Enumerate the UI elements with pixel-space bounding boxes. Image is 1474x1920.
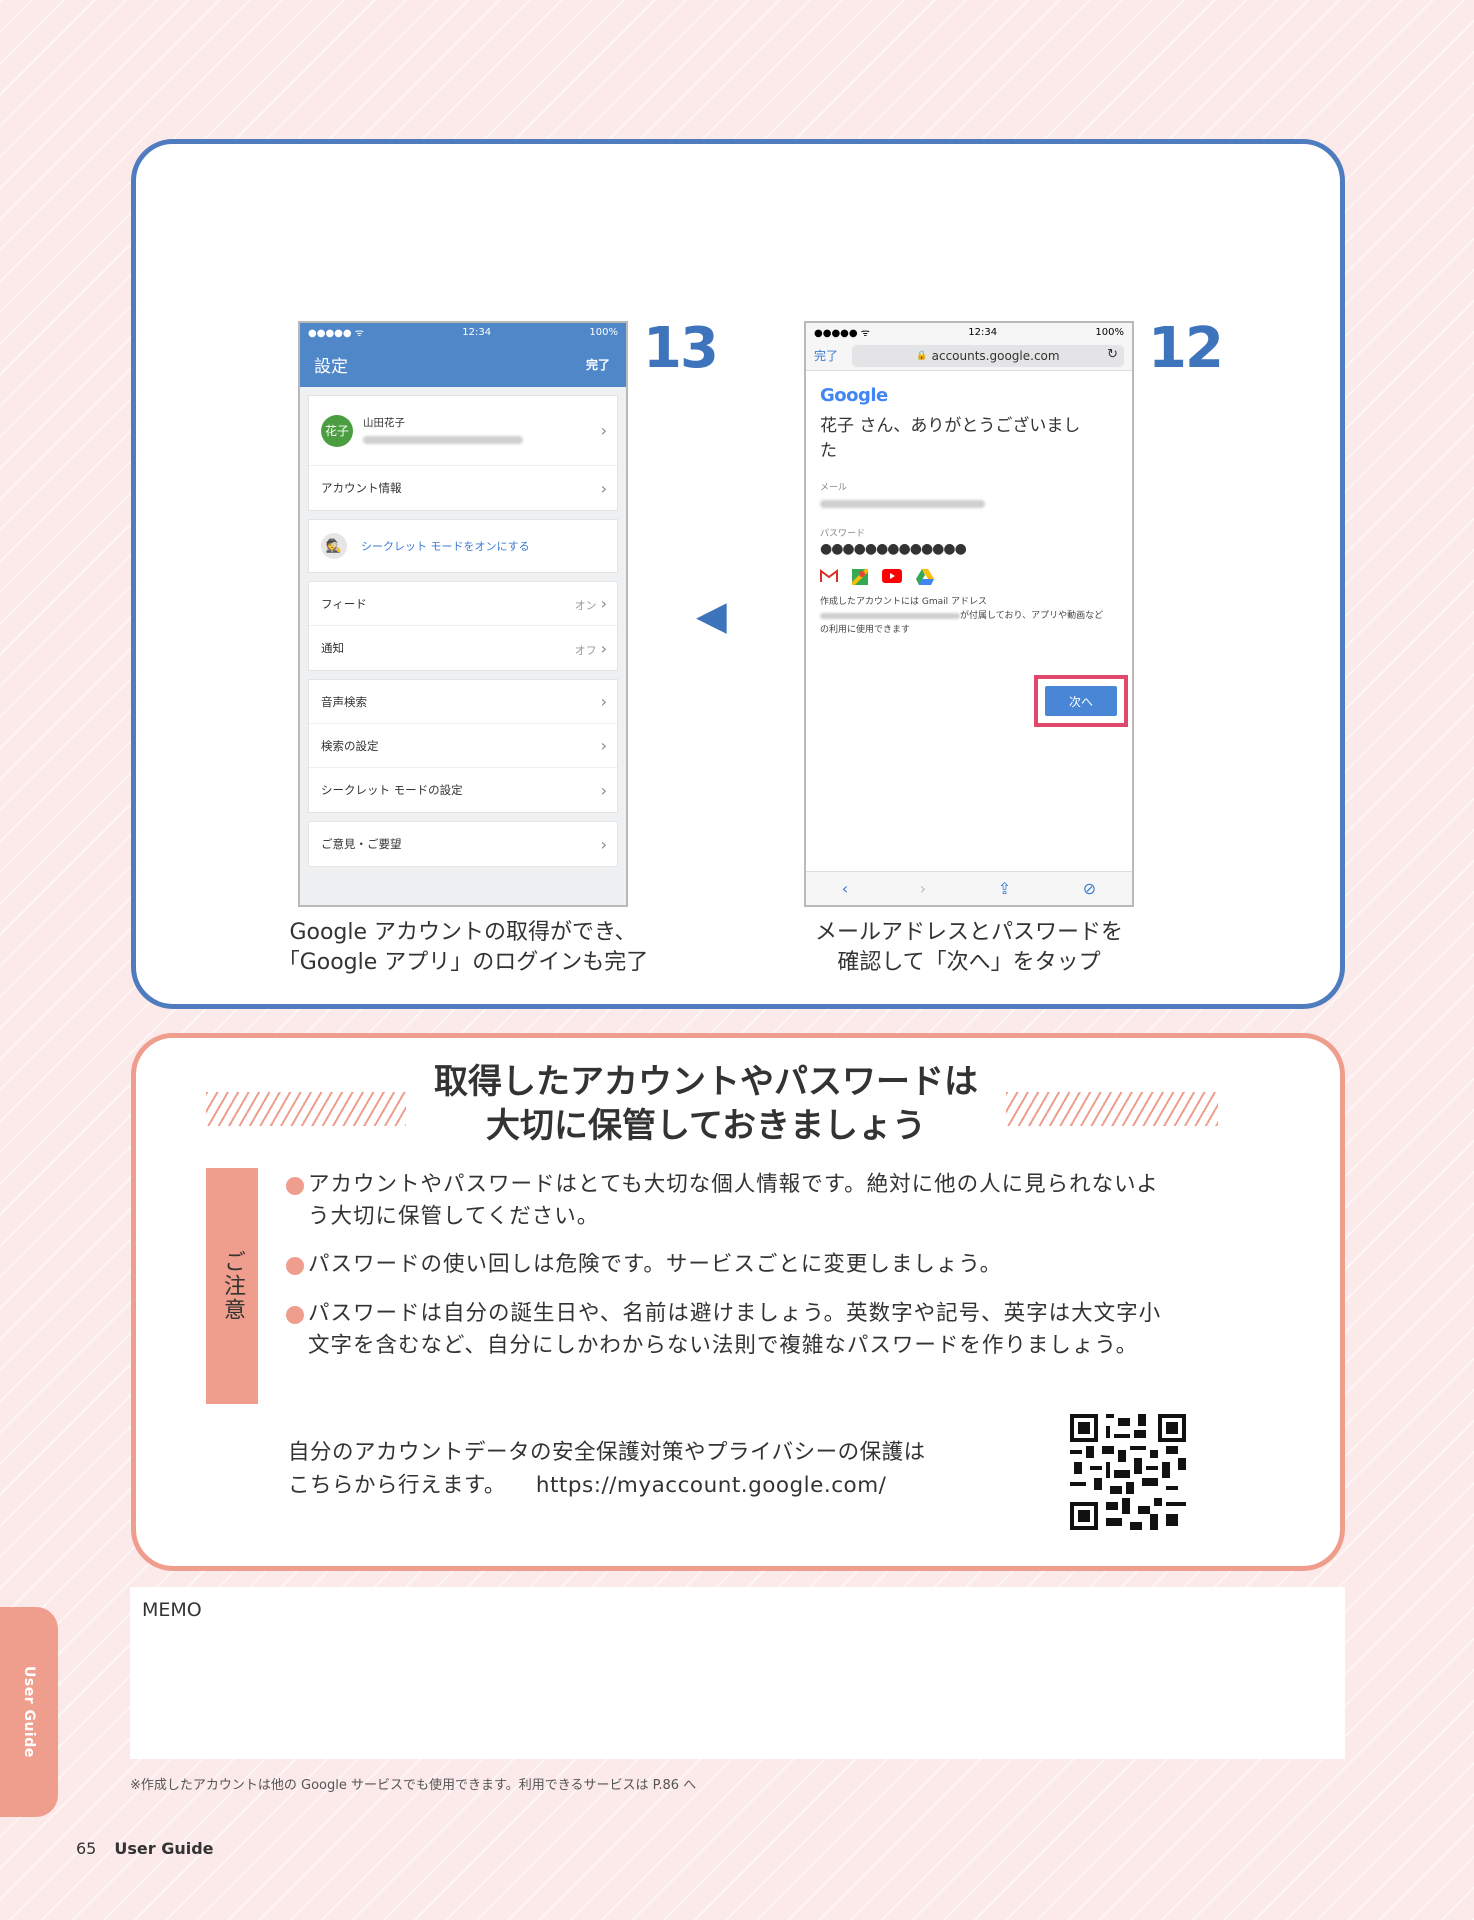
caution-bullet: アカウントやパスワードはとても大切な個人情報です。絶対に他の人に見られないよ う…: [286, 1169, 1216, 1233]
chevron-right-icon: ›: [600, 834, 607, 854]
caution-bullet: パスワードは自分の誕生日や、名前は避けましょう。英数字や記号、英字は大文字小 文…: [286, 1298, 1216, 1362]
memo-area[interactable]: MEMO: [130, 1587, 1345, 1759]
share-icon[interactable]: ⇪: [998, 879, 1011, 898]
forward-icon[interactable]: ›: [920, 879, 926, 898]
side-tab[interactable]: User Guide: [0, 1607, 58, 1817]
arrow-left-icon: ◀: [696, 593, 727, 639]
compass-icon[interactable]: ⊘: [1083, 879, 1096, 898]
account-row[interactable]: 花子 山田花子 ›: [309, 396, 617, 466]
user-name: 山田花子: [363, 416, 405, 429]
lock-icon: 🔒: [916, 350, 928, 361]
done-button[interactable]: 完了: [586, 356, 610, 373]
page-footer: 65 User Guide: [76, 1839, 214, 1858]
settings-app-bar: 設定 完了: [300, 341, 626, 387]
chevron-right-icon: ›: [600, 638, 607, 658]
chevron-right-icon: ›: [600, 780, 607, 800]
heading-decoration-right: [1006, 1092, 1218, 1126]
feedback-row[interactable]: ご意見・ご要望 ›: [309, 822, 617, 866]
caution-heading: 取得したアカウントやパスワードは 大切に保管しておきましょう: [434, 1062, 978, 1146]
chevron-right-icon: ›: [600, 421, 607, 440]
password-label: パスワード: [820, 529, 866, 539]
google-account-screenshot: ●●●●● ᯤ 12:34 100% 完了 🔒 accounts.google.…: [804, 321, 1134, 907]
incognito-toggle-row[interactable]: 🕵 シークレット モードをオンにする: [309, 520, 617, 572]
myaccount-link[interactable]: https://myaccount.google.com/: [536, 1473, 887, 1498]
avatar: 花子: [321, 414, 353, 447]
next-button[interactable]: 次へ: [1045, 686, 1117, 716]
reload-icon[interactable]: ↻: [1107, 347, 1118, 362]
incognito-icon: 🕵: [321, 533, 347, 559]
browser-url-bar: 完了 🔒 accounts.google.com ↻: [806, 341, 1132, 371]
voice-search-row[interactable]: 音声検索 ›: [309, 680, 617, 724]
caution-side-label: ご注意: [206, 1168, 258, 1404]
caution-bullet: パスワードの使い回しは危険です。サービスごとに変更しましょう。: [286, 1249, 1216, 1281]
settings-screenshot: ●●●●● ᯤ 12:34 100% 設定 完了 花子 山田花子 › アカウント…: [298, 321, 628, 907]
thanks-message: 花子 さん、ありがとうございまし た: [820, 416, 1081, 461]
notify-row[interactable]: 通知 オフ ›: [309, 626, 617, 670]
google-apps-icons: [820, 569, 1118, 585]
account-info-row[interactable]: アカウント情報 ›: [309, 466, 617, 510]
youtube-icon: [882, 569, 902, 583]
caution-bullets: アカウントやパスワードはとても大切な個人情報です。絶対に他の人に見られないよ う…: [286, 1169, 1216, 1362]
search-settings-row[interactable]: 検索の設定 ›: [309, 724, 617, 768]
gmail-icon: [820, 569, 838, 582]
next-button-highlight: 次へ: [1034, 675, 1128, 727]
qr-code[interactable]: [1070, 1414, 1186, 1530]
footnote: ※作成したアカウントは他の Google サービスでも使用できます。利用できるサ…: [130, 1778, 697, 1793]
memo-label: MEMO: [142, 1599, 202, 1621]
steps-panel: ●●●●● ᯤ 12:34 100% 設定 完了 花子 山田花子 › アカウント…: [131, 139, 1345, 1009]
blurred-email: [820, 500, 985, 508]
chevron-right-icon: ›: [600, 594, 607, 613]
chevron-right-icon: ›: [600, 478, 607, 498]
status-bar: ●●●●● ᯤ 12:34 100%: [806, 323, 1132, 341]
heading-decoration-left: [206, 1092, 406, 1126]
google-logo: Google: [820, 385, 888, 406]
done-button[interactable]: 完了: [814, 347, 852, 364]
email-label: メール: [820, 483, 848, 493]
privacy-note: 自分のアカウントデータの安全保護対策やプライバシーの保護は こちらから行えます。…: [288, 1440, 926, 1498]
chevron-right-icon: ›: [600, 736, 607, 755]
chevron-right-icon: ›: [600, 692, 607, 711]
feed-row[interactable]: フィード オン ›: [309, 582, 617, 626]
password-dots: ●●●●●●●●●●●●●: [820, 541, 967, 557]
blurred-email: [363, 435, 523, 444]
browser-toolbar: ‹ › ⇪ ⊘: [806, 871, 1132, 905]
status-bar: ●●●●● ᯤ 12:34 100%: [300, 323, 626, 341]
step13-caption: Google アカウントの取得ができ、 「Google アプリ」のログインも完了: [277, 920, 649, 975]
caution-panel: 取得したアカウントやパスワードは 大切に保管しておきましょう ご注意 アカウント…: [131, 1033, 1345, 1571]
address-field[interactable]: 🔒 accounts.google.com ↻: [852, 344, 1124, 367]
settings-title: 設定: [314, 356, 348, 377]
page-title: User Guide: [114, 1839, 214, 1858]
back-icon[interactable]: ‹: [842, 879, 848, 898]
step12-caption: メールアドレスとパスワードを 確認して「次へ」をタップ: [814, 920, 1123, 975]
step-number-12: 12: [1148, 316, 1224, 381]
step-number-13: 13: [643, 316, 719, 381]
account-description: 作成したアカウントには Gmail アドレス が付属しており、アプリや動画など …: [820, 597, 1104, 635]
maps-icon: [852, 569, 868, 585]
drive-icon: [916, 569, 934, 585]
incognito-settings-row[interactable]: シークレット モードの設定 ›: [309, 768, 617, 812]
page-number: 65: [76, 1839, 97, 1858]
